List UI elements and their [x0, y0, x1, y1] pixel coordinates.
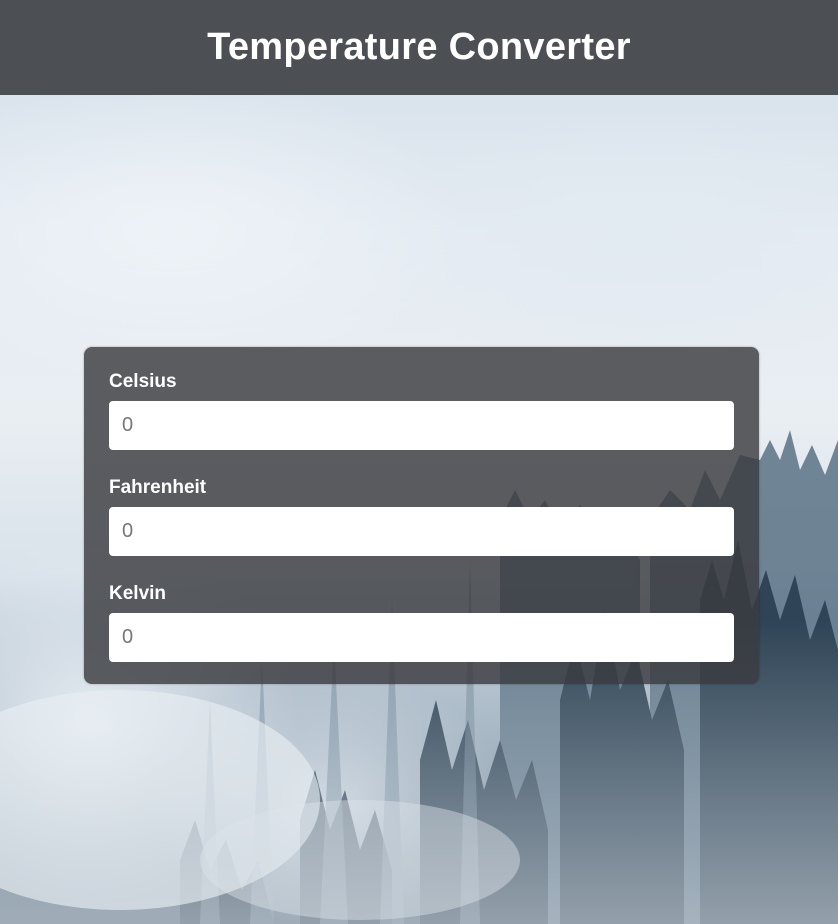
celsius-field: Celsius [109, 371, 734, 450]
page-title: Temperature Converter [207, 26, 631, 68]
kelvin-label: Kelvin [109, 583, 167, 604]
app-header: Temperature Converter [0, 0, 838, 95]
celsius-label: Celsius [109, 371, 177, 392]
kelvin-input[interactable] [109, 613, 734, 662]
fahrenheit-label: Fahrenheit [109, 477, 207, 498]
converter-card: Celsius Fahrenheit Kelvin [84, 347, 759, 684]
fahrenheit-field: Fahrenheit [109, 477, 734, 556]
fahrenheit-input[interactable] [109, 507, 734, 556]
celsius-input[interactable] [109, 401, 734, 450]
kelvin-field: Kelvin [109, 583, 734, 662]
